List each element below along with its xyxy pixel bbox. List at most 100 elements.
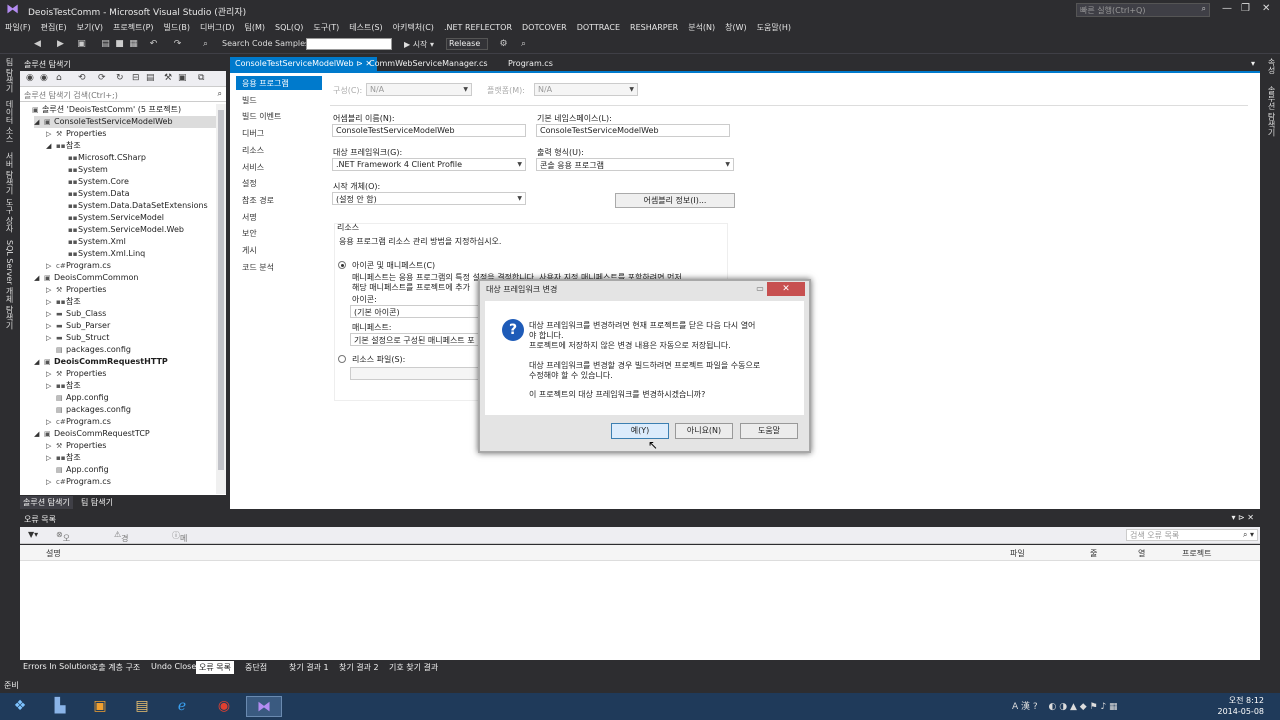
tree-item[interactable]: ▷ c#Program.cs: [46, 260, 216, 272]
right-strip-tab-0[interactable]: 속성: [1266, 58, 1277, 74]
save-all-icon[interactable]: ▦: [128, 39, 139, 50]
find-icon[interactable]: ⌕: [200, 39, 211, 50]
menu-item-12[interactable]: DOTCOVER: [517, 21, 572, 32]
minimize-button[interactable]: —: [1222, 3, 1232, 14]
menu-item-1[interactable]: 편집(E): [36, 20, 72, 33]
properties-nav-item-5[interactable]: 서비스: [236, 160, 322, 174]
default-namespace-input[interactable]: ConsoleTestServiceModelWeb: [536, 124, 730, 137]
properties-nav-item-7[interactable]: 참조 경로: [236, 193, 322, 207]
left-strip-tab-4[interactable]: SQL Server 개체 탐색기: [4, 240, 15, 330]
resource-file-radio[interactable]: [338, 355, 346, 363]
tree-item[interactable]: ▷ ▪▪참조: [46, 296, 216, 308]
quick-launch-input[interactable]: 빠른 실행(Ctrl+Q) ⌕: [1076, 3, 1210, 17]
error-list-search-input[interactable]: 검색 오류 목록 ⌕ ▾: [1126, 529, 1258, 541]
expand-toggle-icon[interactable]: ▷: [46, 284, 56, 296]
expand-toggle-icon[interactable]: ◢: [34, 356, 44, 368]
dialog-system-menu-icon[interactable]: ▭: [753, 282, 767, 296]
bottom-tab-4[interactable]: 중단점: [242, 661, 270, 674]
chrome-icon[interactable]: ◉: [206, 696, 242, 717]
tree-item[interactable]: ▪▪System.Core: [58, 176, 216, 188]
bottom-tab-5[interactable]: 찾기 결과 1: [286, 661, 332, 674]
expand-toggle-icon[interactable]: ▷: [46, 452, 56, 464]
refresh-icon[interactable]: ↻: [116, 73, 124, 83]
bottom-tab-6[interactable]: 찾기 결과 2: [336, 661, 382, 674]
expand-toggle-icon[interactable]: ▷: [46, 368, 56, 380]
sync-icon[interactable]: ⟳: [98, 73, 106, 83]
start-button-icon[interactable]: ❖: [2, 696, 38, 717]
tree-item[interactable]: ◢ ▣ DeoisCommRequestTCP: [34, 428, 216, 440]
bottom-tab-2[interactable]: Undo Close: [148, 661, 199, 672]
close-pane-icon[interactable]: ▾ ⊳ ✕: [1231, 513, 1254, 522]
home-icon[interactable]: ⌂: [56, 73, 62, 83]
redo-icon[interactable]: ↷: [172, 39, 183, 50]
tree-item[interactable]: ▷ ⚒ Properties: [46, 440, 216, 452]
tree-item[interactable]: ▪▪System.Data.DataSetExtensions: [58, 200, 216, 212]
file-explorer-icon[interactable]: ▤: [124, 696, 160, 717]
bottom-tab-7[interactable]: 기호 찾기 결과: [386, 661, 441, 674]
bottom-tab-1[interactable]: 호출 계층 구조: [88, 661, 143, 674]
undo-icon[interactable]: ↶: [148, 39, 159, 50]
tree-item[interactable]: ▪▪System.ServiceModel.Web: [58, 224, 216, 236]
show-all-files-icon[interactable]: ▤: [146, 73, 155, 83]
tree-item[interactable]: ▤ packages.config: [46, 344, 216, 356]
internet-explorer-icon[interactable]: ℯ: [164, 696, 200, 717]
menu-item-16[interactable]: 창(W): [720, 20, 752, 33]
left-strip-tab-2[interactable]: 서버 탐색기: [4, 152, 15, 195]
taskbar-outlook-icon[interactable]: ▣: [82, 696, 118, 717]
column-description[interactable]: 설명: [46, 548, 61, 559]
expand-toggle-icon[interactable]: ▷: [46, 308, 56, 320]
tree-item[interactable]: ▷ ⚒ Properties: [46, 368, 216, 380]
pending-changes-icon[interactable]: ⟲: [78, 73, 86, 83]
tree-item[interactable]: ▤ packages.config: [46, 404, 216, 416]
bottom-tab-0[interactable]: Errors In Solution: [20, 661, 95, 672]
tree-item[interactable]: ▷ ▬ Sub_Parser: [46, 320, 216, 332]
expand-toggle-icon[interactable]: ◢: [34, 428, 44, 440]
save-icon[interactable]: ■: [114, 39, 125, 50]
assembly-name-input[interactable]: ConsoleTestServiceModelWeb: [332, 124, 526, 137]
visual-studio-taskbar-icon[interactable]: ⧓: [246, 696, 282, 717]
expand-toggle-icon[interactable]: ▷: [46, 416, 56, 428]
properties-nav-item-9[interactable]: 보안: [236, 226, 322, 240]
expand-toggle-icon[interactable]: ▷: [46, 320, 56, 332]
tree-item[interactable]: ▪▪Microsoft.CSharp: [58, 152, 216, 164]
tree-item[interactable]: ▷ c#Program.cs: [46, 416, 216, 428]
tree-item[interactable]: ▷ ▬ Sub_Class: [46, 308, 216, 320]
menu-item-14[interactable]: RESHARPER: [625, 21, 683, 32]
tab-list-dropdown-icon[interactable]: ▾: [1246, 57, 1260, 71]
column-column[interactable]: 열: [1138, 548, 1145, 559]
tree-item[interactable]: ▷ ▪▪참조: [46, 452, 216, 464]
properties-nav-item-4[interactable]: 리소스: [236, 143, 322, 157]
column-project[interactable]: 프로젝트: [1182, 548, 1211, 559]
expand-toggle-icon[interactable]: ▷: [46, 296, 56, 308]
expand-toggle-icon[interactable]: ◢: [46, 140, 56, 152]
tab-team-explorer[interactable]: 팀 탐색기: [78, 496, 116, 509]
menu-item-8[interactable]: 도구(T): [308, 20, 344, 33]
tab-project-properties[interactable]: ConsoleTestServiceModelWeb ⊳ ✕: [230, 57, 378, 71]
search-code-samples-input[interactable]: [306, 38, 392, 50]
tree-item[interactable]: ▷ ⚒ Properties: [46, 284, 216, 296]
left-strip-tab-3[interactable]: 도구 상자: [4, 198, 15, 233]
menu-item-3[interactable]: 프로젝트(P): [108, 20, 159, 33]
tray-icons[interactable]: ◐ ◑ ▲ ◆ ⚑ ♪ ▦: [1049, 702, 1118, 712]
back-icon[interactable]: ◉: [26, 73, 34, 83]
tree-item[interactable]: ▤ App.config: [46, 392, 216, 404]
expand-toggle-icon[interactable]: ▷: [46, 476, 56, 488]
menu-item-11[interactable]: .NET REFLECTOR: [439, 21, 517, 32]
filter-icon[interactable]: ▼▾: [28, 530, 38, 539]
warnings-toggle[interactable]: ⚠ 경고 0개: [114, 530, 129, 574]
expand-toggle-icon[interactable]: ▷: [46, 440, 56, 452]
forward-icon[interactable]: ◉: [40, 73, 48, 83]
expand-toggle-icon[interactable]: ▷: [46, 128, 56, 140]
tab-solution-explorer[interactable]: 솔루션 탐색기: [20, 496, 73, 509]
properties-nav-item-3[interactable]: 디버그: [236, 126, 322, 140]
menu-item-2[interactable]: 보기(V): [72, 20, 108, 33]
startup-object-select[interactable]: (설정 안 함) ▼: [332, 192, 526, 205]
solution-explorer-scrollbar[interactable]: [216, 104, 226, 494]
tree-item[interactable]: ◢ ▣ DeoisCommRequestHTTP: [34, 356, 216, 368]
tree-item[interactable]: ◢ ▣ DeoisCommCommon: [34, 272, 216, 284]
platform-select[interactable]: N/A ▼: [534, 83, 638, 96]
menu-item-5[interactable]: 디버그(D): [195, 20, 239, 33]
navigate-back-icon[interactable]: ◀: [32, 39, 43, 50]
properties-nav-item-2[interactable]: 빌드 이벤트: [236, 109, 322, 123]
navigate-forward-icon[interactable]: ▶: [55, 39, 66, 50]
